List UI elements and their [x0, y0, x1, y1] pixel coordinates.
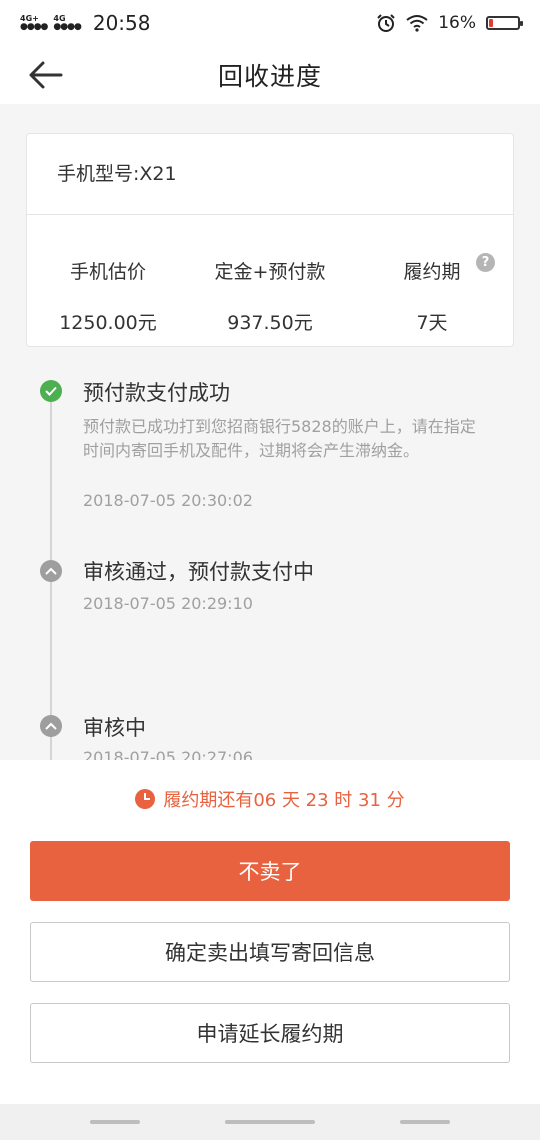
help-icon[interactable]: ?	[476, 253, 495, 272]
phone-model: 手机型号:X21	[27, 134, 513, 215]
timeline-title: 预付款支付成功	[83, 381, 230, 405]
wifi-icon	[406, 15, 428, 32]
signal-dots: ●●●●	[53, 21, 81, 32]
battery-fill	[489, 19, 493, 27]
countdown-text: 履约期还有06 天 23 时 31 分	[163, 790, 405, 811]
term-column: 履约期 7天 ?	[351, 215, 513, 347]
gesture-nav-bar	[0, 1104, 540, 1140]
timeline-time: 2018-07-05 20:30:02	[83, 491, 253, 510]
timeline-time: 2018-07-05 20:27:06	[83, 748, 253, 760]
price-info-row: 手机估价 1250.00元 定金+预付款 937.50元 履约期 7天 ?	[27, 215, 513, 347]
signal-dots: ●●●●	[20, 21, 48, 32]
status-bar-right: 16%	[376, 13, 523, 33]
timeline-title: 审核通过，预付款支付中	[83, 560, 314, 584]
confirm-sell-button[interactable]: 确定卖出填写寄回信息	[30, 922, 510, 982]
action-panel: 履约期还有06 天 23 时 31 分 不卖了 确定卖出填写寄回信息 申请延长履…	[0, 760, 540, 1104]
gesture-right[interactable]	[400, 1120, 450, 1124]
deposit-value: 937.50元	[227, 312, 313, 334]
signal-icon-1: 4G+ ●●●●	[20, 14, 48, 32]
countdown-notice: 履约期还有06 天 23 时 31 分	[0, 786, 540, 812]
chevron-up-icon	[40, 560, 62, 582]
status-time: 20:58	[92, 11, 151, 35]
timeline-time: 2018-07-05 20:29:10	[83, 594, 253, 613]
timeline-desc: 预付款已成功打到您招商银行5828的账户上，请在指定时间内寄回手机及配件，过期将…	[83, 417, 476, 460]
deposit-label: 定金+预付款	[214, 261, 326, 283]
extend-term-button[interactable]: 申请延长履约期	[30, 1003, 510, 1063]
arrow-left-icon	[29, 61, 63, 89]
gesture-home[interactable]	[225, 1120, 315, 1124]
check-icon	[40, 380, 62, 402]
status-bar-left: 4G+ ●●●● 4G ●●●● 20:58	[20, 11, 150, 35]
term-label: 履约期	[403, 261, 461, 283]
estimate-column: 手机估价 1250.00元	[27, 215, 189, 347]
term-value: 7天	[416, 312, 448, 334]
estimate-label: 手机估价	[69, 261, 146, 283]
status-bar: 4G+ ●●●● 4G ●●●● 20:58 16%	[0, 0, 540, 46]
nav-bar: 回收进度	[0, 46, 540, 104]
clock-icon	[135, 789, 156, 809]
battery-icon	[486, 16, 523, 30]
signal-icon-2: 4G ●●●●	[53, 14, 81, 32]
timeline-title: 审核中	[83, 716, 146, 740]
alarm-icon	[377, 14, 395, 32]
phone-info-card: 手机型号:X21 手机估价 1250.00元 定金+预付款 937.50元 履约…	[26, 133, 514, 347]
chevron-up-icon	[40, 715, 62, 737]
back-button[interactable]	[24, 55, 68, 95]
battery-text: 16%	[438, 13, 476, 33]
page-title: 回收进度	[217, 62, 322, 91]
progress-timeline: 预付款支付成功 预付款已成功打到您招商银行5828的账户上，请在指定时间内寄回手…	[0, 360, 540, 760]
deposit-column: 定金+预付款 937.50元	[189, 215, 351, 347]
estimate-value: 1250.00元	[59, 312, 157, 334]
cancel-sale-button[interactable]: 不卖了	[30, 841, 510, 901]
gesture-left[interactable]	[90, 1120, 140, 1124]
